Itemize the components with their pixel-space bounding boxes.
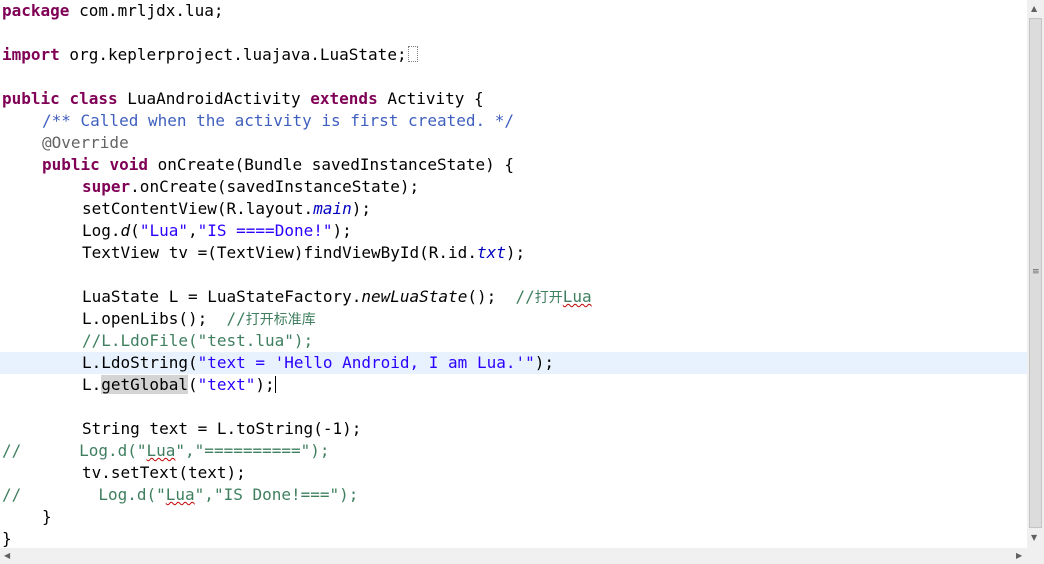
code-line[interactable]: TextView tv =(TextView)findViewById(R.id…	[0, 242, 525, 264]
code-token: String text = L.toString(-1);	[82, 419, 362, 438]
code-token: (	[187, 375, 198, 394]
code-line[interactable]: @Override	[0, 132, 129, 154]
code-line[interactable]: super.onCreate(savedInstanceState);	[0, 176, 419, 198]
code-token: Activity {	[377, 89, 484, 108]
code-token: "text = 'Hello Android, I am Lua.'"	[197, 353, 535, 372]
code-line[interactable]: /** Called when the activity is first cr…	[0, 110, 514, 132]
code-token: Lua	[165, 485, 195, 504]
folded-imports-icon[interactable]	[407, 46, 418, 62]
scrollbar-corner	[1027, 548, 1044, 564]
code-token: 打开	[534, 290, 563, 306]
code-token: ","==========");	[175, 441, 330, 460]
code-token: );	[351, 199, 371, 218]
code-token: //	[515, 287, 535, 306]
scroll-right-arrow-icon[interactable]: ▶	[1016, 551, 1022, 560]
code-line[interactable]: import org.keplerproject.luajava.LuaStat…	[0, 44, 418, 66]
code-token: Log.	[82, 221, 121, 240]
code-token: //L.LdoFile("test.lua");	[82, 331, 314, 350]
code-token: Lua	[562, 287, 592, 306]
code-token: public	[2, 89, 60, 108]
code-token: com.mrljdx.lua;	[69, 1, 224, 20]
code-line[interactable]: setContentView(R.layout.main);	[0, 198, 371, 220]
code-token: tv.setText(text);	[82, 463, 246, 482]
code-token: import	[2, 45, 60, 64]
code-token: );	[534, 353, 555, 372]
code-token: 打开标准库	[245, 312, 316, 328]
code-token: Lua	[146, 441, 176, 460]
code-token: L.	[82, 375, 102, 394]
code-token: txt	[476, 243, 506, 262]
code-line[interactable]: package com.mrljdx.lua;	[0, 0, 224, 22]
code-line[interactable]	[0, 22, 2, 44]
code-line[interactable]: LuaState L = LuaStateFactory.newLuaState…	[0, 286, 592, 308]
code-line[interactable]: public class LuaAndroidActivity extends …	[0, 88, 484, 110]
scroll-left-arrow-icon[interactable]: ◀	[4, 551, 10, 560]
code-line[interactable]: }	[0, 506, 52, 528]
code-token: "Lua"	[139, 221, 188, 240]
code-line[interactable]: L.openLibs(); //打开标准库	[0, 308, 316, 330]
code-token: L.openLibs();	[82, 309, 227, 328]
code-token: ();	[467, 287, 516, 306]
code-token: void	[109, 155, 148, 174]
code-token: // Log.d("	[2, 441, 147, 460]
code-token: extends	[310, 89, 378, 108]
scrollbar-grip-icon: ≡	[1032, 267, 1040, 277]
code-token: setContentView(R.layout.	[82, 199, 314, 218]
code-token: //	[226, 309, 246, 328]
code-line[interactable]: // Log.d("Lua","IS Done!===");	[0, 484, 358, 506]
code-line[interactable]: L.getGlobal("text");	[0, 374, 276, 396]
code-token: L.LdoString(	[82, 353, 198, 372]
code-token: newLuaState	[361, 287, 468, 306]
code-line[interactable]: //L.LdoFile("test.lua");	[0, 330, 313, 352]
code-line[interactable]	[0, 396, 2, 418]
code-token: ","IS Done!===");	[194, 485, 359, 504]
code-token: }	[42, 507, 52, 526]
code-token: /** Called when the activity is first cr…	[42, 111, 515, 130]
code-line[interactable]	[0, 264, 2, 286]
code-token: getGlobal	[101, 375, 188, 394]
scroll-down-arrow-icon[interactable]: ▼	[1031, 533, 1037, 542]
code-token: "IS ====Done!"	[197, 221, 333, 240]
code-token: "text"	[197, 375, 256, 394]
scroll-up-arrow-icon[interactable]: ▲	[1031, 4, 1037, 13]
code-line[interactable]: public void onCreate(Bundle savedInstanc…	[0, 154, 514, 176]
code-token: }	[2, 529, 12, 548]
code-token: ,	[187, 221, 198, 240]
code-line[interactable]: L.LdoString("text = 'Hello Android, I am…	[0, 352, 1027, 374]
code-token: );	[505, 243, 526, 262]
code-token: public	[42, 155, 100, 174]
code-line[interactable]: // Log.d("Lua","==========");	[0, 440, 330, 462]
code-line[interactable]: Log.d("Lua","IS ====Done!");	[0, 220, 352, 242]
code-token: super	[82, 177, 131, 196]
code-line[interactable]: tv.setText(text);	[0, 462, 246, 484]
code-line[interactable]	[0, 66, 2, 88]
code-token: org.keplerproject.luajava.LuaState;	[59, 45, 407, 64]
code-token: @Override	[42, 133, 129, 152]
code-token: LuaState L = LuaStateFactory.	[82, 287, 362, 306]
code-token: onCreate(Bundle savedInstanceState) {	[147, 155, 515, 174]
horizontal-scrollbar[interactable]	[0, 548, 1027, 564]
code-editor[interactable]: package com.mrljdx.lua; import org.kepler…	[0, 0, 1027, 548]
code-line[interactable]: }	[0, 528, 12, 548]
code-token: package	[2, 1, 70, 20]
code-token: // Log.d("	[2, 485, 166, 504]
code-token: d	[120, 221, 131, 240]
code-token: );	[255, 375, 275, 394]
code-token: TextView tv =(TextView)findViewById(R.id…	[82, 243, 477, 262]
code-token: .onCreate(savedInstanceState);	[130, 177, 420, 196]
code-token: (	[130, 221, 140, 240]
code-token: class	[69, 89, 118, 108]
text-caret	[274, 376, 276, 393]
code-token: LuaAndroidActivity	[117, 89, 311, 108]
code-line[interactable]: String text = L.toString(-1);	[0, 418, 361, 440]
code-token: main	[313, 199, 352, 218]
code-token: );	[332, 221, 352, 240]
